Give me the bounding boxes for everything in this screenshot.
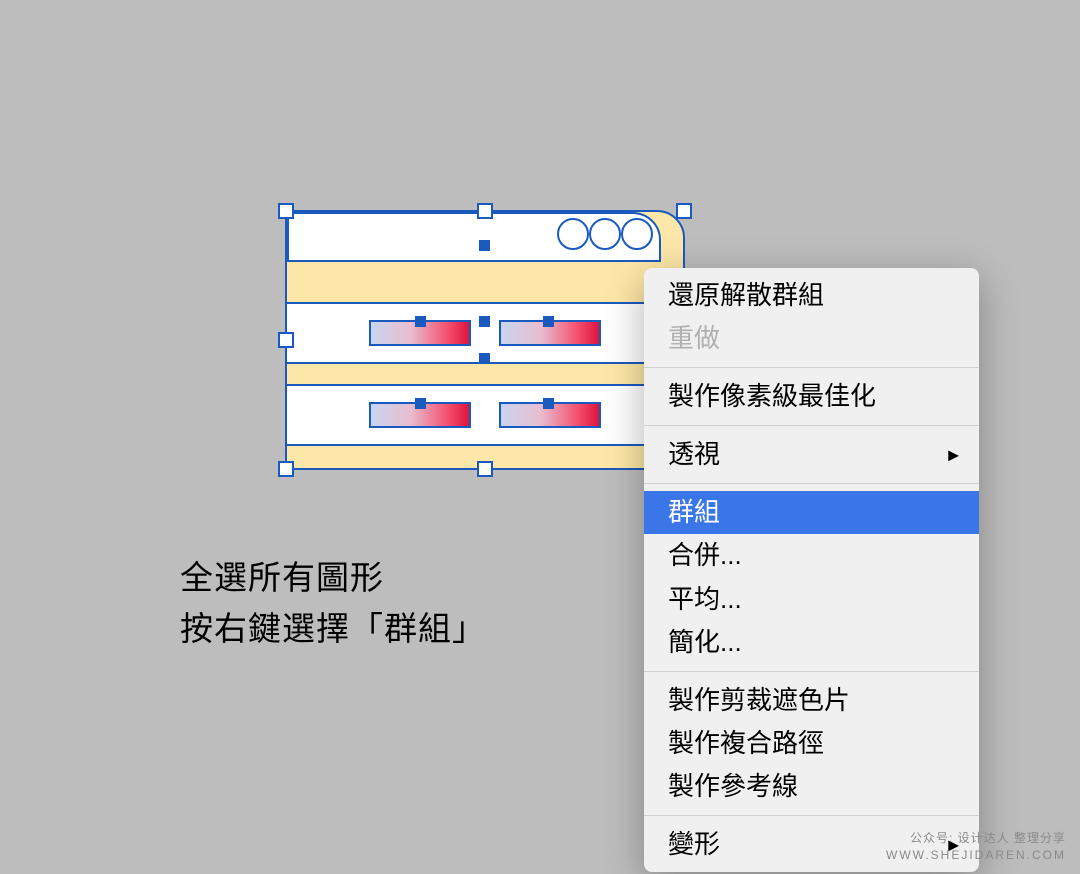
menu-perspective[interactable]: 透視 (644, 433, 979, 476)
menu-compound-path[interactable]: 製作複合路徑 (644, 722, 979, 765)
anchor-point[interactable] (479, 240, 490, 251)
selection-handle[interactable] (278, 461, 294, 477)
watermark-line1: 公众号: 设计达人 整理分享 (886, 830, 1066, 847)
menu-divider (644, 815, 979, 816)
anchor-point[interactable] (415, 316, 426, 327)
instruction-line1: 全選所有圖形 (180, 552, 486, 603)
menu-clipping-mask[interactable]: 製作剪裁遮色片 (644, 679, 979, 722)
selection-handle[interactable] (278, 332, 294, 348)
anchor-point[interactable] (479, 353, 490, 364)
menu-average[interactable]: 平均... (644, 578, 979, 621)
menu-merge[interactable]: 合併... (644, 534, 979, 577)
anchor-point[interactable] (479, 316, 490, 327)
circle-icon (589, 218, 621, 250)
anchor-point[interactable] (415, 398, 426, 409)
selection-handle[interactable] (278, 203, 294, 219)
anchor-point[interactable] (543, 398, 554, 409)
menu-guides[interactable]: 製作參考線 (644, 765, 979, 808)
menu-divider (644, 671, 979, 672)
circle-icon (621, 218, 653, 250)
art-band (287, 384, 683, 446)
menu-simplify[interactable]: 簡化... (644, 621, 979, 664)
selected-artwork[interactable] (285, 210, 685, 470)
menu-divider (644, 483, 979, 484)
menu-divider (644, 425, 979, 426)
menu-pixel-perfect[interactable]: 製作像素級最佳化 (644, 375, 979, 418)
circle-icon (557, 218, 589, 250)
context-menu[interactable]: 還原解散群組 重做 製作像素級最佳化 透視 群組 合併... 平均... 簡化.… (644, 268, 979, 872)
selection-handle[interactable] (676, 203, 692, 219)
instruction-line2: 按右鍵選擇「群組」 (180, 603, 486, 654)
menu-undo-ungroup[interactable]: 還原解散群組 (644, 274, 979, 317)
menu-redo: 重做 (644, 317, 979, 360)
anchor-point[interactable] (543, 316, 554, 327)
watermark: 公众号: 设计达人 整理分享 WWW.SHEJIDAREN.COM (886, 830, 1066, 864)
menu-group[interactable]: 群組 (644, 491, 979, 534)
selection-handle[interactable] (477, 203, 493, 219)
menu-divider (644, 367, 979, 368)
selection-handle[interactable] (477, 461, 493, 477)
watermark-url: WWW.SHEJIDAREN.COM (886, 847, 1066, 864)
instruction-text: 全選所有圖形 按右鍵選擇「群組」 (180, 552, 486, 654)
